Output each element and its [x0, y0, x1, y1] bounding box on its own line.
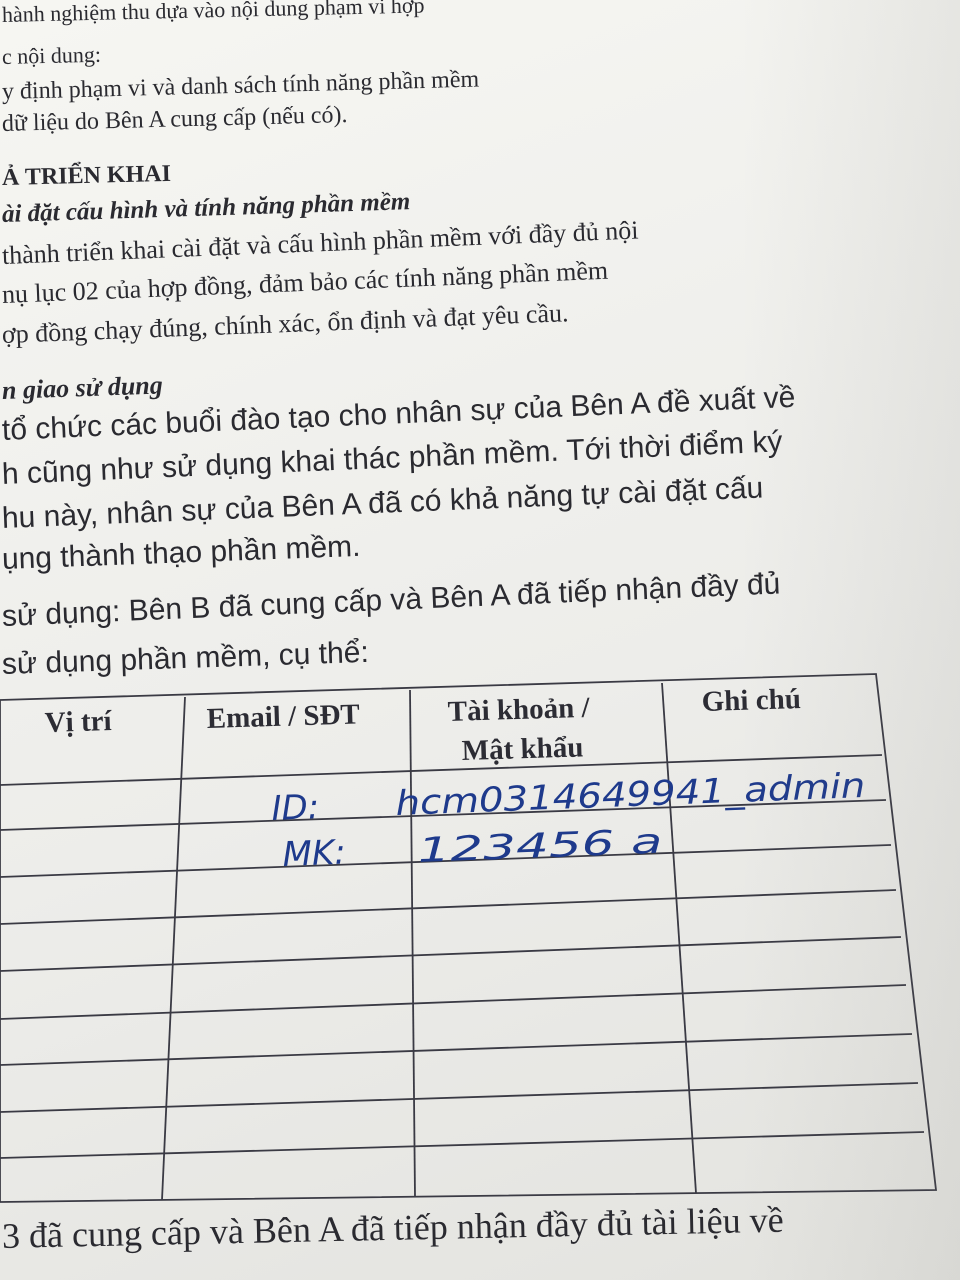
row-divider [0, 1033, 913, 1066]
row-divider [0, 936, 902, 972]
column-divider [661, 682, 697, 1194]
header-password: Mật khẩu [461, 731, 584, 767]
document-photo: hành nghiệm thu dựa vào nội dung phạm vi… [0, 0, 960, 1280]
account-table: Vị trí Email / SĐT Tài khoản / Mật khẩu … [0, 673, 938, 1203]
row-divider [0, 1131, 925, 1159]
column-divider [409, 689, 416, 1198]
column-divider [161, 696, 186, 1201]
header-position: Vị trí [44, 705, 113, 739]
row-divider [0, 889, 897, 925]
handwritten-mk-label: MK: [282, 833, 347, 875]
row-divider [0, 984, 907, 1020]
row-divider [0, 1082, 919, 1113]
header-email-phone: Email / SĐT [206, 698, 360, 735]
handwritten-mk-value: 123456 a [417, 822, 663, 871]
handwritten-id-value: hcm0314649941_admin [395, 766, 866, 824]
header-notes: Ghi chú [701, 683, 801, 718]
header-account: Tài khoản / [447, 692, 591, 728]
handwritten-id-label: ID: [271, 787, 320, 829]
